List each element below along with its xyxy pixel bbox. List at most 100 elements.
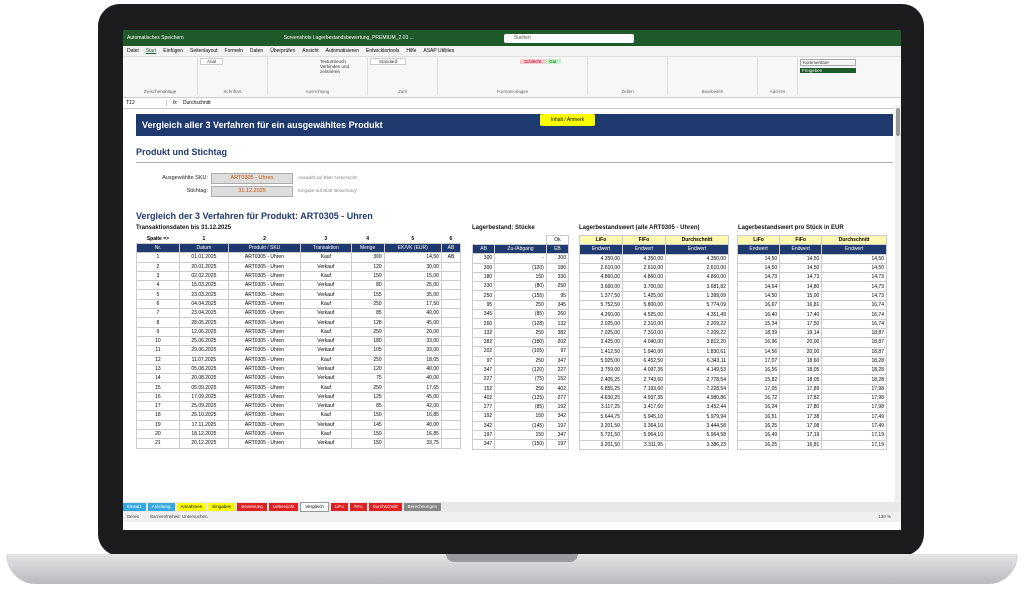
- ribbon-tab[interactable]: Automatisieren: [326, 48, 359, 54]
- table-cell[interactable]: 17: [136, 401, 180, 412]
- autosave-label[interactable]: Automatisches Speichern: [127, 35, 184, 41]
- table-cell[interactable]: 1: [136, 252, 180, 263]
- share-button[interactable]: Freigeben: [800, 68, 856, 73]
- table-cell[interactable]: [440, 308, 462, 319]
- table-cell[interactable]: 4.260,00: [579, 309, 623, 320]
- table-cell[interactable]: 300: [545, 253, 570, 264]
- table-cell[interactable]: [440, 270, 462, 282]
- table-cell[interactable]: 125: [350, 391, 385, 403]
- table-cell[interactable]: 20.12.2025: [178, 438, 229, 449]
- table-cell[interactable]: (85): [494, 309, 547, 320]
- accessibility-status[interactable]: Barrierefreiheit: Untersuchen: [150, 514, 208, 519]
- table-cell[interactable]: 75: [350, 373, 385, 384]
- table-cell[interactable]: 17,08: [779, 420, 823, 432]
- table-cell[interactable]: ART0305 - Uhren: [227, 308, 301, 319]
- table-cell[interactable]: 4.149,53: [665, 365, 729, 376]
- table-cell[interactable]: 14,80: [779, 281, 823, 292]
- sheet-tab[interactable]: FiFo: [349, 503, 367, 511]
- table-cell[interactable]: 14: [136, 373, 180, 384]
- table-cell[interactable]: 5.800,00: [622, 300, 666, 311]
- table-cell[interactable]: 6.343,11: [665, 355, 729, 367]
- table-cell[interactable]: [440, 401, 462, 412]
- number-format-select[interactable]: Standard: [370, 58, 407, 65]
- table-cell[interactable]: 3.660,00: [579, 281, 623, 292]
- table-cell[interactable]: 1.399,09: [665, 290, 729, 302]
- table-cell[interactable]: 14,73: [779, 272, 823, 283]
- table-cell[interactable]: -: [494, 253, 547, 264]
- table-cell[interactable]: Verkauf: [299, 280, 352, 291]
- formula-input[interactable]: Durchschnitt: [183, 100, 211, 106]
- table-cell[interactable]: 16,81: [779, 300, 823, 311]
- ribbon-tab[interactable]: Einfügen: [163, 48, 183, 54]
- table-cell[interactable]: 250: [350, 382, 385, 393]
- table-cell[interactable]: 197: [471, 429, 496, 441]
- table-cell[interactable]: 17,89: [779, 383, 823, 395]
- table-cell[interactable]: 13: [136, 363, 180, 375]
- table-cell[interactable]: 150: [350, 428, 385, 440]
- table-cell[interactable]: 145: [350, 419, 385, 430]
- table-cell[interactable]: 3: [136, 270, 180, 282]
- table-cell[interactable]: 15.03.2025: [178, 280, 229, 291]
- table-cell[interactable]: 17,07: [736, 355, 781, 367]
- table-cell[interactable]: 17,19: [779, 430, 823, 441]
- table-cell[interactable]: 11: [136, 345, 180, 356]
- table-cell[interactable]: 197: [545, 420, 570, 431]
- table-cell[interactable]: 150: [494, 429, 547, 441]
- table-cell[interactable]: 4.937,35: [622, 393, 666, 404]
- table-cell[interactable]: 15,00: [779, 290, 823, 302]
- table-cell[interactable]: [440, 410, 462, 421]
- table-cell[interactable]: 05.08.2025: [178, 363, 229, 375]
- style-bad[interactable]: Schlecht: [520, 59, 546, 64]
- table-cell[interactable]: 4.525,00: [622, 309, 666, 320]
- table-cell[interactable]: 3.364,10: [622, 420, 666, 432]
- table-cell[interactable]: 14,73: [821, 281, 887, 292]
- table-cell[interactable]: 14,50: [736, 290, 781, 302]
- table-cell[interactable]: 227: [471, 374, 496, 385]
- table-cell[interactable]: 14,64: [736, 281, 781, 292]
- table-cell[interactable]: 17,98: [821, 393, 887, 404]
- table-cell[interactable]: [440, 391, 462, 403]
- table-cell[interactable]: 16,51: [736, 411, 781, 422]
- group-alignment[interactable]: Textumbruch Verbinden und zentrieren Ausri…: [268, 57, 368, 95]
- table-cell[interactable]: 12.06.2025: [178, 326, 229, 337]
- group-styles[interactable]: Schlecht Gut Formatvorlagen: [438, 57, 588, 95]
- table-cell[interactable]: [440, 428, 462, 440]
- table-cell[interactable]: 33,75: [383, 438, 442, 449]
- table-cell[interactable]: 4.860,00: [665, 272, 729, 283]
- table-cell[interactable]: 20,00: [779, 346, 823, 357]
- table-cell[interactable]: 14,50: [779, 253, 823, 264]
- table-cell[interactable]: 30,00: [383, 261, 442, 272]
- table-cell[interactable]: Verkauf: [299, 261, 352, 272]
- table-cell[interactable]: ART0305 - Uhren: [227, 363, 301, 375]
- table-cell[interactable]: 3.425,00: [579, 337, 623, 348]
- table-cell[interactable]: (145): [494, 420, 547, 431]
- table-cell[interactable]: (128): [494, 318, 547, 329]
- table-cell[interactable]: 202: [545, 336, 570, 348]
- table-cell[interactable]: 17,65: [383, 382, 442, 393]
- table-cell[interactable]: 15,00: [383, 270, 442, 282]
- table-cell[interactable]: 14,50: [779, 262, 823, 274]
- table-cell[interactable]: 18,28: [821, 355, 887, 367]
- table-cell[interactable]: 02.02.2025: [178, 270, 229, 282]
- table-cell[interactable]: 5.964,10: [622, 430, 666, 441]
- table-cell[interactable]: 382: [471, 336, 496, 348]
- table-cell[interactable]: 250: [471, 290, 496, 301]
- ribbon-tab[interactable]: Seitenlayout: [190, 48, 218, 54]
- table-cell[interactable]: 3.759,00: [579, 365, 623, 376]
- table-cell[interactable]: 4.350,00: [665, 253, 729, 264]
- table-cell[interactable]: 2.743,60: [622, 374, 666, 385]
- table-cell[interactable]: 18.12.2025: [178, 428, 229, 440]
- sheet-tab[interactable]: Bewertung: [237, 503, 267, 511]
- table-cell[interactable]: 5.774,09: [665, 300, 729, 311]
- table-cell[interactable]: Kauf: [299, 298, 352, 310]
- table-cell[interactable]: 40,00: [383, 363, 442, 375]
- table-cell[interactable]: 20.01.2025: [178, 261, 229, 272]
- table-cell[interactable]: 17.09.2025: [178, 391, 229, 403]
- table-cell[interactable]: 3.812,20: [665, 337, 729, 348]
- ribbon-tab[interactable]: Formeln: [225, 48, 243, 54]
- table-cell[interactable]: Verkauf: [299, 308, 352, 319]
- sheet-tab[interactable]: Vergleich: [300, 502, 329, 512]
- table-cell[interactable]: 6: [136, 298, 180, 310]
- table-cell[interactable]: 5.721,50: [579, 430, 623, 441]
- table-cell[interactable]: 18,05: [383, 354, 442, 365]
